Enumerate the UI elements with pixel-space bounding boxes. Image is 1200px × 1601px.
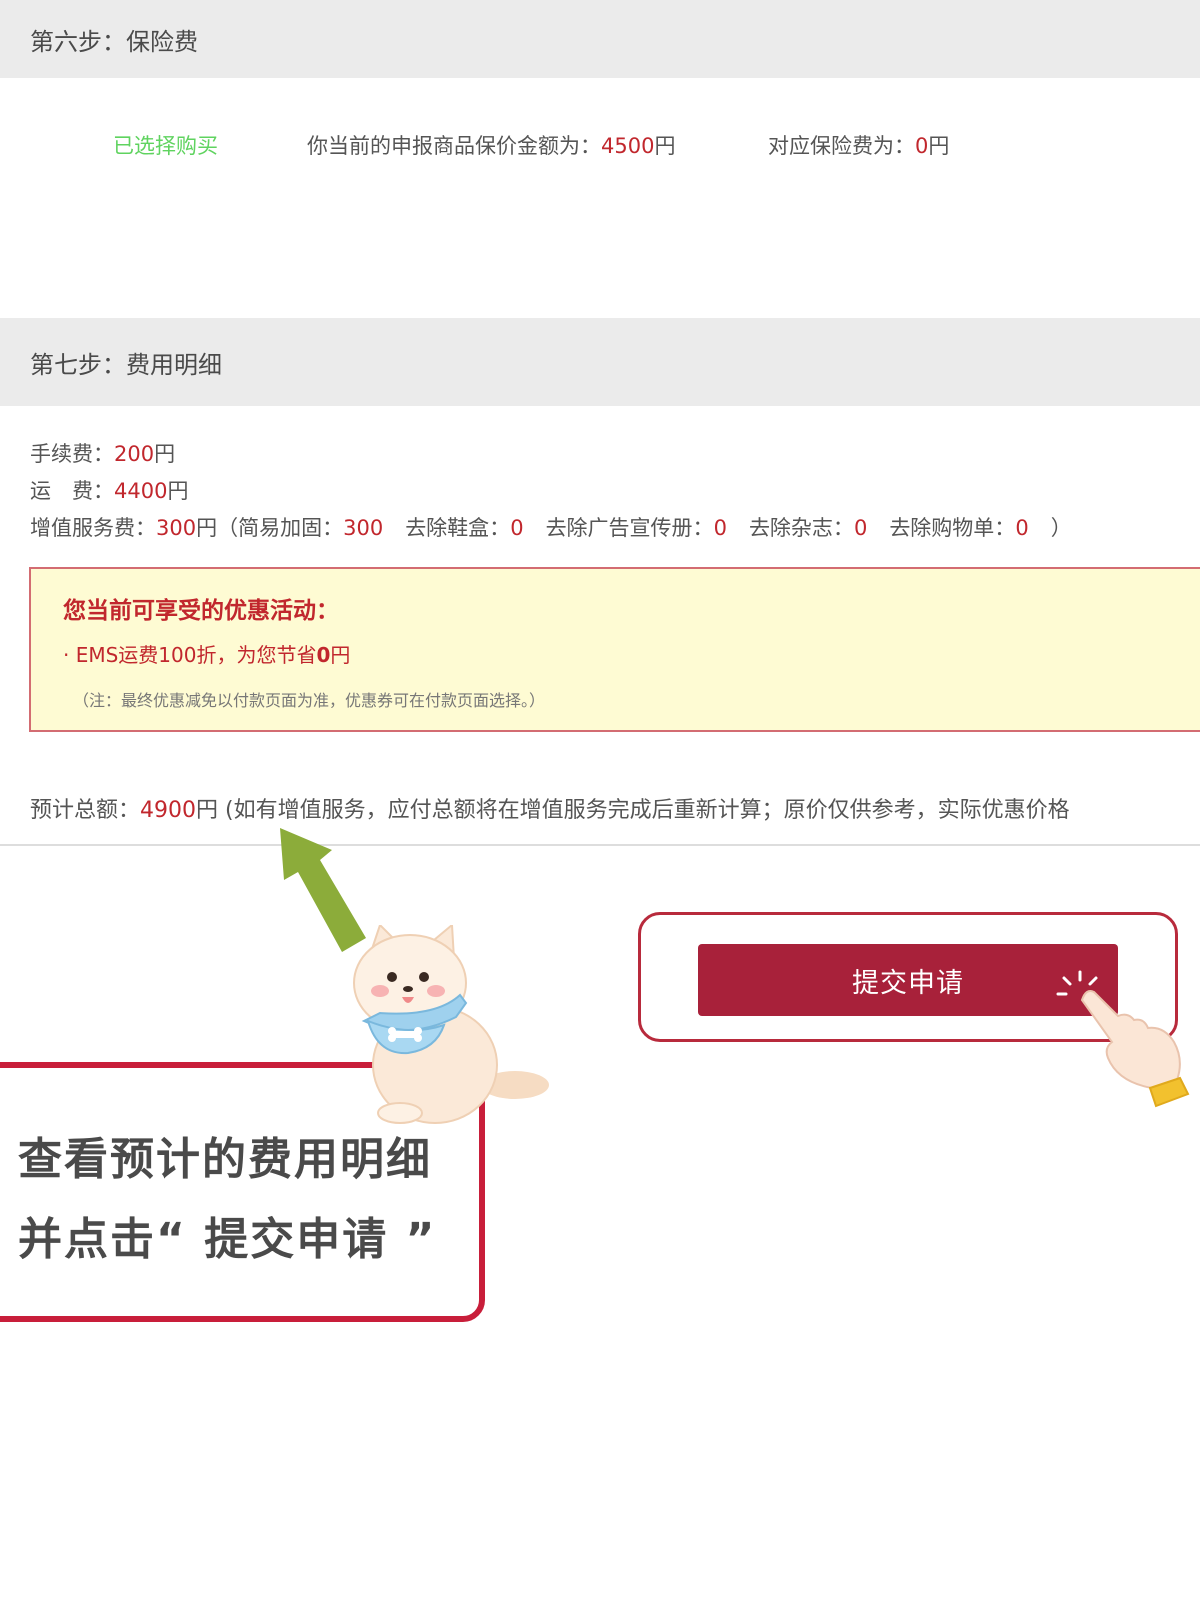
promotion-box: 您当前可享受的优惠活动： · EMS运费100折，为您节省0円 （注：最终优惠减…: [29, 567, 1200, 732]
service-fee-value: 300: [156, 516, 197, 540]
insurance-row: 已选择购买 你当前的申报商品保价金额为：4500円 对应保险费为：0円: [0, 130, 1200, 170]
insurance-selected-status: 已选择购买: [113, 134, 218, 158]
shipping-fee-value: 4400: [114, 479, 168, 503]
step6-header: 第六步：保险费: [0, 0, 1200, 78]
pointing-hand-icon: [1056, 970, 1190, 1108]
promotion-note: （注：最终优惠减免以付款页面为准，优惠券可在付款页面选择。）: [73, 691, 546, 710]
promotion-line: · EMS运费100折，为您节省0円: [63, 643, 351, 667]
estimated-total-note: (如有增值服务，应付总额将在增值服务完成后重新计算；原价仅供参考，实际优惠价格: [218, 798, 1070, 823]
estimated-total: 预计总额：4900円 (如有增值服务，应付总额将在增值服务完成后重新计算；原价仅…: [30, 798, 1070, 823]
estimated-total-value: 4900: [140, 798, 197, 823]
divider: [0, 844, 1200, 846]
shipping-fee-row: 运 费：4400円: [30, 479, 189, 503]
service-fee-row: 增值服务费：300円（简易加固：300 去除鞋盒：0 去除广告宣传册：0 去除杂志：0…: [30, 516, 1072, 540]
instruction-text: 查看预计的费用明细 并点击“ 提交申请 ”: [18, 1120, 436, 1280]
promotion-title: 您当前可享受的优惠活动：: [63, 598, 339, 624]
instruction-line-2: 并点击“ 提交申请 ”: [18, 1214, 437, 1265]
service-item: 简易加固：300: [238, 516, 384, 540]
service-item: 去除鞋盒：0: [405, 516, 524, 540]
service-item: 去除杂志：0: [748, 516, 868, 540]
step7-title: 第七步：费用明细: [30, 350, 222, 379]
cat-mascot-icon: [353, 925, 549, 1124]
fee-details: 手续费：200円 运 费：4400円 增值服务费：300円（简易加固：300 去除…: [30, 436, 1072, 547]
declared-amount-value: 4500: [601, 134, 655, 158]
step7-header: 第七步：费用明细: [0, 318, 1200, 406]
insurance-fee: 对应保险费为：0円: [768, 134, 950, 158]
insurance-fee-value: 0: [915, 134, 929, 158]
instruction-line-1: 查看预计的费用明细: [18, 1134, 432, 1185]
insurance-declared-amount: 你当前的申报商品保价金额为：4500円: [307, 134, 676, 158]
service-item: 去除购物单：0: [889, 516, 1029, 540]
service-item: 去除广告宣传册：0: [545, 516, 727, 540]
handling-fee-value: 200: [114, 442, 155, 466]
step6-title: 第六步：保险费: [30, 27, 198, 56]
handling-fee-row: 手续费：200円: [30, 442, 176, 466]
